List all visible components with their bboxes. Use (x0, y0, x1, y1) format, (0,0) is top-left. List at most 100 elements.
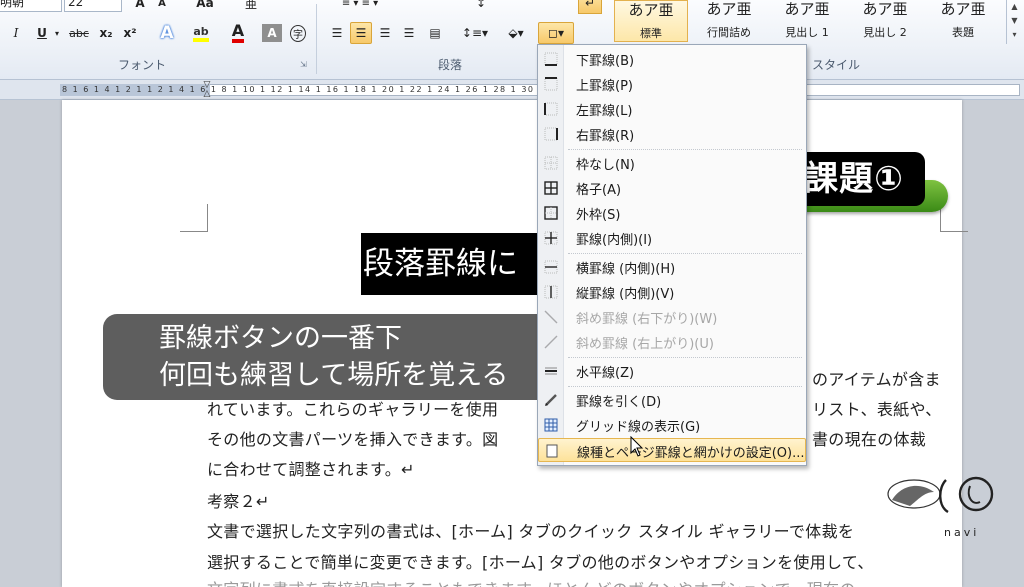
group-separator (316, 4, 317, 74)
align-right-button[interactable]: ☰ (374, 22, 396, 44)
crop-mark-right (940, 204, 968, 232)
strikethrough-button[interactable]: abc (66, 22, 92, 44)
page-border-icon (546, 444, 558, 458)
ruler: 8 1 6 1 4 1 2 1 1 2 1 4 1 6 1 8 1 10 1 1… (0, 80, 1024, 100)
document-heading[interactable]: 段落罫線に (361, 233, 541, 295)
diagonal-down-border-icon (544, 310, 558, 324)
justify-button[interactable]: ☰ (398, 22, 420, 44)
menu-separator (568, 149, 802, 150)
subscript-button[interactable]: x₂ (96, 22, 116, 44)
paragraph-group-label: 段落 (438, 58, 463, 72)
right-border-icon (544, 127, 558, 141)
char-shading-button[interactable]: A (262, 24, 282, 42)
enclose-char-button[interactable]: 字 (288, 22, 308, 44)
document-line[interactable]: 選択することで簡単に変更できます。[ホーム] タブの他のボタンやオプションを使用… (207, 549, 874, 573)
gridlines-icon (544, 418, 558, 432)
indent-marker[interactable]: ▽ △ (202, 81, 212, 99)
menu-item-left-border[interactable]: 左罫線(L) (538, 97, 806, 121)
grow-font-button[interactable]: A (130, 0, 150, 14)
top-border-icon (544, 77, 558, 91)
logo-text: navi (944, 526, 980, 539)
phonetic-guide-icon: 亜 (244, 0, 257, 11)
all-borders-icon (544, 181, 558, 195)
document-line[interactable]: 考察２↵ (207, 488, 270, 512)
inside-vertical-border-icon (544, 285, 558, 299)
menu-item-bottom-border[interactable]: 下罫線(B) (538, 47, 806, 71)
bullets-top-button[interactable]: ≡ ▾ ≡ ▾ (330, 0, 390, 14)
distribute-icon: ▤ (429, 26, 441, 40)
document-line[interactable]: 文字列に書式を直接設定することもできます。ほとんどのボタンやオプションで、現在の (207, 576, 856, 587)
menu-item-diagonal-up[interactable]: 斜め罫線 (右上がり)(U) (538, 330, 806, 354)
chevron-up-icon[interactable]: ▲ (1007, 0, 1022, 14)
document-line[interactable]: 書の現在の体裁 (812, 426, 926, 450)
menu-item-top-border[interactable]: 上罫線(P) (538, 72, 806, 96)
change-case-button[interactable]: Aa (192, 0, 218, 14)
menu-item-outside-borders[interactable]: 外枠(S) (538, 201, 806, 225)
font-color-button[interactable]: A (224, 22, 252, 44)
font-dialog-launcher[interactable]: ⇲ (300, 60, 309, 69)
align-center-button[interactable]: ☰ (350, 22, 372, 44)
menu-item-all-borders[interactable]: 格子(A) (538, 176, 806, 200)
line-spacing-icon: ↕≡▾ (461, 26, 489, 40)
bottom-border-icon (544, 52, 558, 66)
document-line[interactable]: リスト、表紙や、 (812, 396, 942, 420)
document-line[interactable]: 文書で選択した文字列の書式は、[ホーム] タブのクイック スタイル ギャラリーで… (207, 518, 854, 542)
menu-item-draw-table[interactable]: 罫線を引く(D) (538, 388, 806, 412)
menu-separator (568, 357, 802, 358)
style-title[interactable]: あア亜 表題 (926, 0, 1000, 42)
shrink-font-button[interactable]: A (152, 0, 172, 14)
highlight-button[interactable]: ab (186, 22, 216, 44)
chevron-down-icon: ▾ (54, 28, 59, 38)
phonetic-guide-button[interactable]: 亜 (240, 0, 262, 14)
list-icon: ≡ ▾ ≡ ▾ (341, 0, 379, 9)
menu-item-borders-and-shading[interactable]: 線種とページ罫線と網かけの設定(O)... (538, 438, 806, 462)
menu-separator (568, 386, 802, 387)
font-name-combo[interactable]: 明朝 (0, 0, 62, 12)
menu-item-horizontal-line[interactable]: 水平線(Z) (538, 359, 806, 383)
menu-item-view-gridlines[interactable]: グリッド線の表示(G) (538, 413, 806, 437)
italic-button[interactable]: I (6, 22, 26, 44)
align-left-icon: ☰ (331, 26, 343, 40)
menu-item-inside-horizontal[interactable]: 横罫線 (内側)(H) (538, 255, 806, 279)
inside-horizontal-border-icon (544, 260, 558, 274)
more-icon[interactable]: ▾ (1007, 28, 1022, 42)
menu-item-inside-vertical[interactable]: 縦罫線 (内側)(V) (538, 280, 806, 304)
align-left-button[interactable]: ☰ (326, 22, 348, 44)
document-line[interactable]: その他の文書パーツを挿入できます。図 (207, 426, 498, 450)
no-border-icon (544, 156, 558, 170)
line-spacing-button[interactable]: ↕≡▾ (458, 22, 492, 44)
font-size-value: 22 (68, 0, 84, 9)
distribute-button[interactable]: ▤ (424, 22, 446, 44)
border-icon: ◻▾ (548, 26, 564, 40)
menu-item-no-border[interactable]: 枠なし(N) (538, 151, 806, 175)
sort-button[interactable]: ↕ (470, 0, 492, 14)
mouse-cursor-icon (630, 436, 644, 457)
menu-item-inside-borders[interactable]: 罫線(内側)(I) (538, 226, 806, 250)
underline-dropdown[interactable]: ▾ (52, 22, 62, 44)
document-line[interactable]: のアイテムが含ま (812, 366, 941, 390)
menu-item-right-border[interactable]: 右罫線(R) (538, 122, 806, 146)
chevron-down-icon[interactable]: ▼ (1007, 14, 1022, 28)
styles-gallery-scroll[interactable]: ▲ ▼ ▾ (1006, 0, 1022, 44)
style-no-spacing[interactable]: あア亜 行間詰め (692, 0, 766, 42)
pencil-icon (545, 394, 557, 406)
inside-borders-icon (544, 231, 558, 245)
style-heading-1[interactable]: あア亜 見出し 1 (770, 0, 844, 42)
style-heading-2[interactable]: あア亜 見出し 2 (848, 0, 922, 42)
font-group-label: フォント (118, 58, 167, 72)
paragraph-mark-icon: ↵ (584, 0, 596, 10)
superscript-button[interactable]: x² (120, 22, 140, 44)
align-center-icon: ☰ (355, 26, 367, 40)
document-line[interactable]: に合わせて調整されます。↵ (207, 456, 415, 480)
text-effect-button[interactable]: A (154, 22, 180, 44)
show-marks-button[interactable]: ↵ (578, 0, 602, 14)
border-dropdown-menu: 下罫線(B) 上罫線(P) 左罫線(L) 右罫線(R) 枠なし(N) 格子(A)… (537, 44, 807, 466)
underline-button[interactable]: U (32, 22, 52, 44)
menu-item-diagonal-down[interactable]: 斜め罫線 (右下がり)(W) (538, 305, 806, 329)
shading-button[interactable]: ⬙▾ (500, 22, 532, 44)
sort-icon: ↕ (475, 0, 487, 10)
font-size-combo[interactable]: 22 (64, 0, 122, 12)
style-normal[interactable]: あア亜 標準 (614, 0, 688, 42)
borders-button[interactable]: ◻▾ (538, 22, 574, 44)
justify-icon: ☰ (403, 26, 415, 40)
